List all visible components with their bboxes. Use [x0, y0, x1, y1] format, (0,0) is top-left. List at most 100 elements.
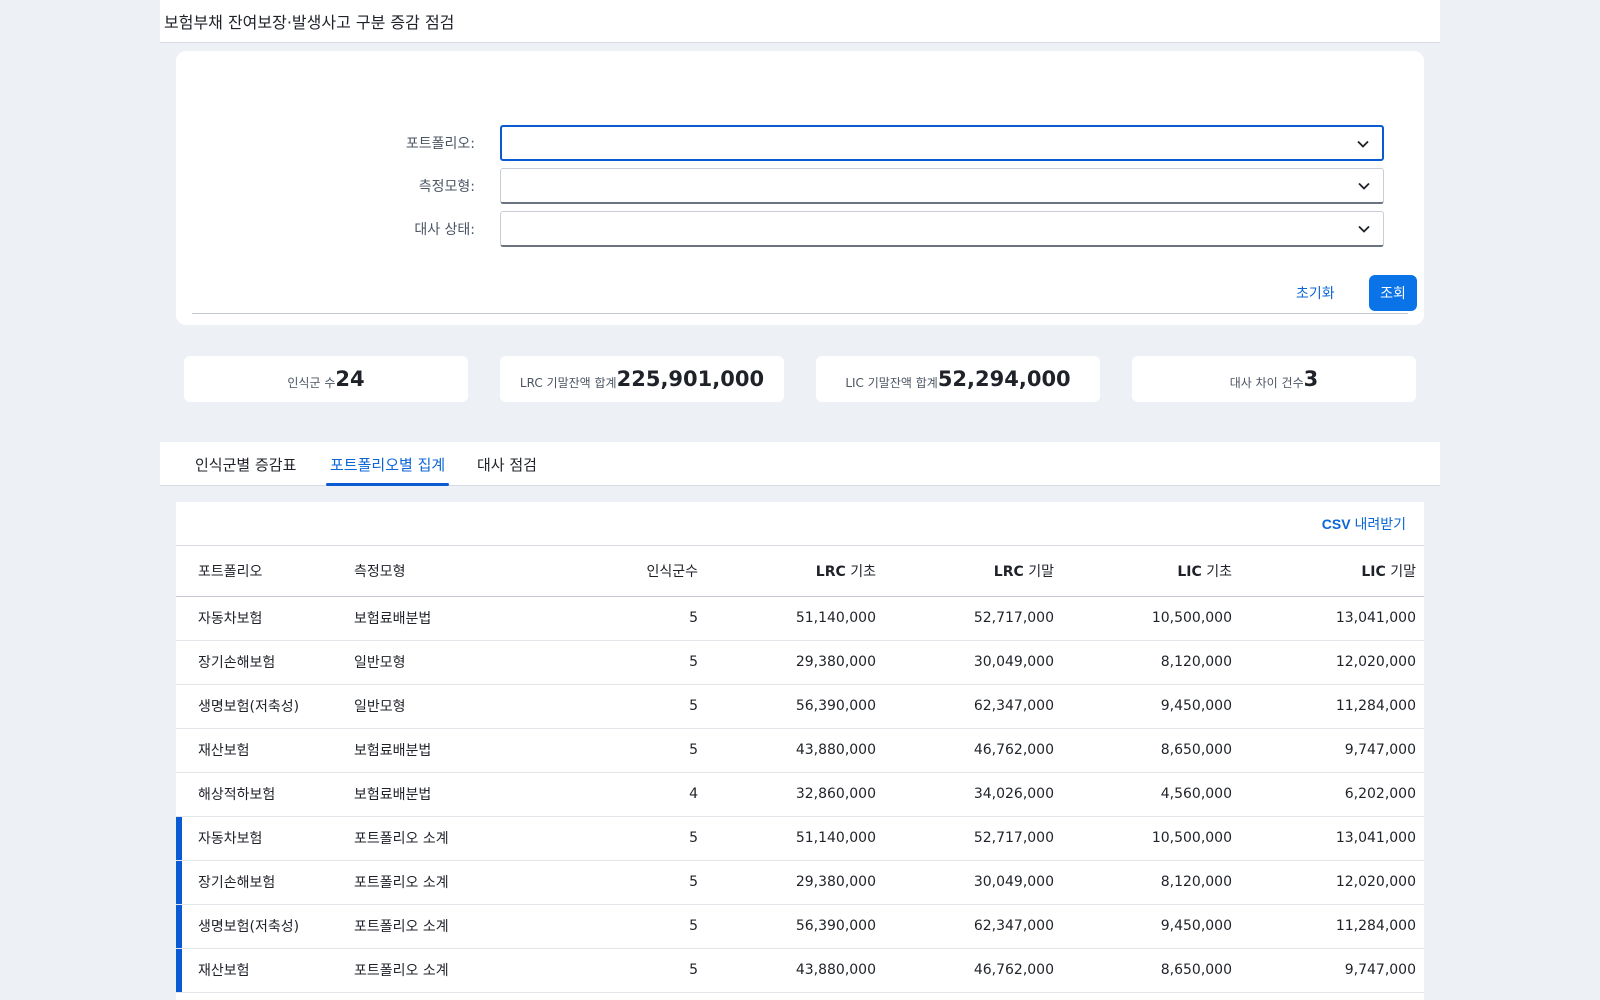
col-header-prefix: LIC	[1361, 563, 1386, 580]
col-header-lrc-begin[interactable]: LRC 기초	[706, 546, 884, 597]
tab-label: 포트폴리오별 집계	[330, 455, 446, 474]
kpi-label: 대사 차이 건수	[1229, 375, 1304, 390]
recon-status-select[interactable]	[500, 211, 1384, 247]
chevron-down-icon	[1358, 182, 1370, 190]
cell-portfolio: 자동차보험	[176, 816, 346, 861]
cell-model: 포트폴리오 소계	[346, 816, 526, 861]
kpi-card-lrc-total: LRC 기말잔액 합계 225,901,000	[500, 356, 784, 402]
cell-cohort-count: 5	[526, 948, 706, 993]
kpi-value: 225,901,000	[616, 367, 765, 391]
filter-row-portfolio: 포트폴리오:	[176, 125, 1424, 161]
table-row[interactable]: 재산보험 보험료배분법 5 43,880,000 46,762,000 8,650,000…	[176, 728, 1424, 773]
model-label: 측정모형:	[418, 179, 475, 195]
cell-lic-end: 9,747,000	[1240, 728, 1424, 773]
col-header-lic-begin[interactable]: LIC 기초	[1062, 546, 1240, 597]
cell-lrc-begin: 32,860,000	[706, 772, 884, 817]
subtotal-row[interactable]: 자동차보험 포트폴리오 소계 5 51,140,000 52,717,000 10,500…	[176, 816, 1424, 861]
cell-lic-begin: 4,560,000	[1062, 772, 1240, 817]
col-header-lrc-end[interactable]: LRC 기말	[884, 546, 1062, 597]
filter-panel: 포트폴리오: 측정모형: 대사 상태: 초기화 조회	[176, 51, 1424, 325]
kpi-card-recon-diff: 대사 차이 건수 3	[1132, 356, 1416, 402]
csv-download-button[interactable]: CSV 내려받기	[1322, 514, 1406, 534]
kpi-card-lic-total: LIC 기말잔액 합계 52,294,000	[816, 356, 1100, 402]
col-header-suffix: 기초	[1201, 563, 1232, 580]
filter-row-recon: 대사 상태:	[176, 211, 1424, 247]
model-select[interactable]	[500, 168, 1384, 204]
cell-cohort-count: 5	[526, 684, 706, 729]
col-header-portfolio[interactable]: 포트폴리오	[176, 546, 346, 597]
chevron-down-icon	[1358, 225, 1370, 233]
cell-lrc-begin: 29,380,000	[706, 860, 884, 905]
cell-lic-end: 13,041,000	[1240, 816, 1424, 861]
reset-button[interactable]: 초기화	[1286, 275, 1345, 311]
cell-portfolio: 장기손해보험	[176, 860, 346, 905]
cell-lrc-begin: 56,390,000	[706, 684, 884, 729]
cell-lrc-begin: 43,880,000	[706, 948, 884, 993]
cell-lic-end: 13,041,000	[1240, 596, 1424, 641]
col-header-model[interactable]: 측정모형	[346, 546, 526, 597]
cell-model: 포트폴리오 소계	[346, 948, 526, 993]
cell-lrc-end: 62,347,000	[884, 684, 1062, 729]
table-row[interactable]: 장기손해보험 일반모형 5 29,380,000 30,049,000 8,120,000…	[176, 640, 1424, 685]
cell-cohort-count: 5	[526, 904, 706, 949]
cell-lic-end: 11,284,000	[1240, 904, 1424, 949]
portfolio-select[interactable]	[500, 125, 1384, 161]
tab-label: 대사 점검	[477, 455, 537, 474]
kpi-card-cohort-count: 인식군 수 24	[184, 356, 468, 402]
tab-label: 인식군별 증감표	[195, 455, 297, 474]
portfolio-summary-table: 포트폴리오 측정모형 인식군수 LRC 기초 LRC 기말 LIC 기초 LIC…	[176, 546, 1424, 993]
chevron-down-icon	[1357, 140, 1369, 148]
cell-cohort-count: 5	[526, 596, 706, 641]
subtotal-row[interactable]: 장기손해보험 포트폴리오 소계 5 29,380,000 30,049,000 8,120…	[176, 860, 1424, 905]
tab-cohort-changes[interactable]: 인식군별 증감표	[191, 442, 300, 486]
col-header-suffix: 기초	[845, 563, 876, 580]
app-window: 보험부채 잔여보장·발생사고 구분 증감 점검 포트폴리오: 측정모형: 대사 …	[160, 0, 1440, 1000]
cell-model: 포트폴리오 소계	[346, 904, 526, 949]
kpi-value: 52,294,000	[937, 367, 1071, 391]
csv-label-suffix: 내려받기	[1350, 516, 1406, 532]
col-header-lic-end[interactable]: LIC 기말	[1240, 546, 1424, 597]
recon-status-label: 대사 상태:	[414, 222, 475, 238]
table-toolbar: CSV 내려받기	[176, 502, 1424, 546]
cell-lic-end: 9,747,000	[1240, 948, 1424, 993]
cell-lic-end: 12,020,000	[1240, 640, 1424, 685]
cell-cohort-count: 5	[526, 728, 706, 773]
filter-divider	[192, 313, 1408, 314]
col-header-suffix: 기말	[1385, 563, 1416, 580]
cell-lic-begin: 10,500,000	[1062, 816, 1240, 861]
cell-cohort-count: 5	[526, 860, 706, 905]
subtotal-row[interactable]: 생명보험(저축성) 포트폴리오 소계 5 56,390,000 62,347,000 9,…	[176, 904, 1424, 949]
cell-lrc-end: 30,049,000	[884, 860, 1062, 905]
cell-lrc-begin: 29,380,000	[706, 640, 884, 685]
cell-portfolio: 장기손해보험	[176, 640, 346, 685]
cell-lic-begin: 9,450,000	[1062, 684, 1240, 729]
table-row[interactable]: 생명보험(저축성) 일반모형 5 56,390,000 62,347,000 9,450,…	[176, 684, 1424, 729]
cell-portfolio: 생명보험(저축성)	[176, 904, 346, 949]
subtotal-row[interactable]: 재산보험 포트폴리오 소계 5 43,880,000 46,762,000 8,650,0…	[176, 948, 1424, 993]
cell-lrc-begin: 43,880,000	[706, 728, 884, 773]
cell-lrc-begin: 51,140,000	[706, 816, 884, 861]
filter-row-model: 측정모형:	[176, 168, 1424, 204]
col-header-cohort-count[interactable]: 인식군수	[526, 546, 706, 597]
cell-lic-end: 12,020,000	[1240, 860, 1424, 905]
cell-lrc-begin: 51,140,000	[706, 596, 884, 641]
cell-lic-begin: 8,650,000	[1062, 948, 1240, 993]
csv-label-prefix: CSV	[1321, 516, 1351, 532]
kpi-label: LIC 기말잔액 합계	[845, 375, 938, 390]
cell-lrc-end: 46,762,000	[884, 948, 1062, 993]
tab-bar: 인식군별 증감표 포트폴리오별 집계 대사 점검	[160, 442, 1440, 486]
search-button[interactable]: 조회	[1369, 275, 1417, 311]
cell-model: 보험료배분법	[346, 596, 526, 641]
cell-portfolio: 재산보험	[176, 948, 346, 993]
cell-cohort-count: 5	[526, 816, 706, 861]
tab-reconciliation[interactable]: 대사 점검	[473, 442, 541, 486]
cell-model: 일반모형	[346, 684, 526, 729]
tab-portfolio-summary[interactable]: 포트폴리오별 집계	[326, 442, 450, 486]
cell-lic-begin: 8,120,000	[1062, 640, 1240, 685]
cell-lic-end: 11,284,000	[1240, 684, 1424, 729]
summary-table-card: CSV 내려받기 포트폴리오 측정모형 인식군수 LRC 기초 LRC 기말 L…	[176, 502, 1424, 1000]
cell-lic-begin: 10,500,000	[1062, 596, 1240, 641]
window-title: 보험부채 잔여보장·발생사고 구분 증감 점검	[160, 0, 1440, 43]
table-row[interactable]: 자동차보험 보험료배분법 5 51,140,000 52,717,000 10,500,0…	[176, 596, 1424, 641]
table-row[interactable]: 해상적하보험 보험료배분법 4 32,860,000 34,026,000 4,560,0…	[176, 772, 1424, 817]
